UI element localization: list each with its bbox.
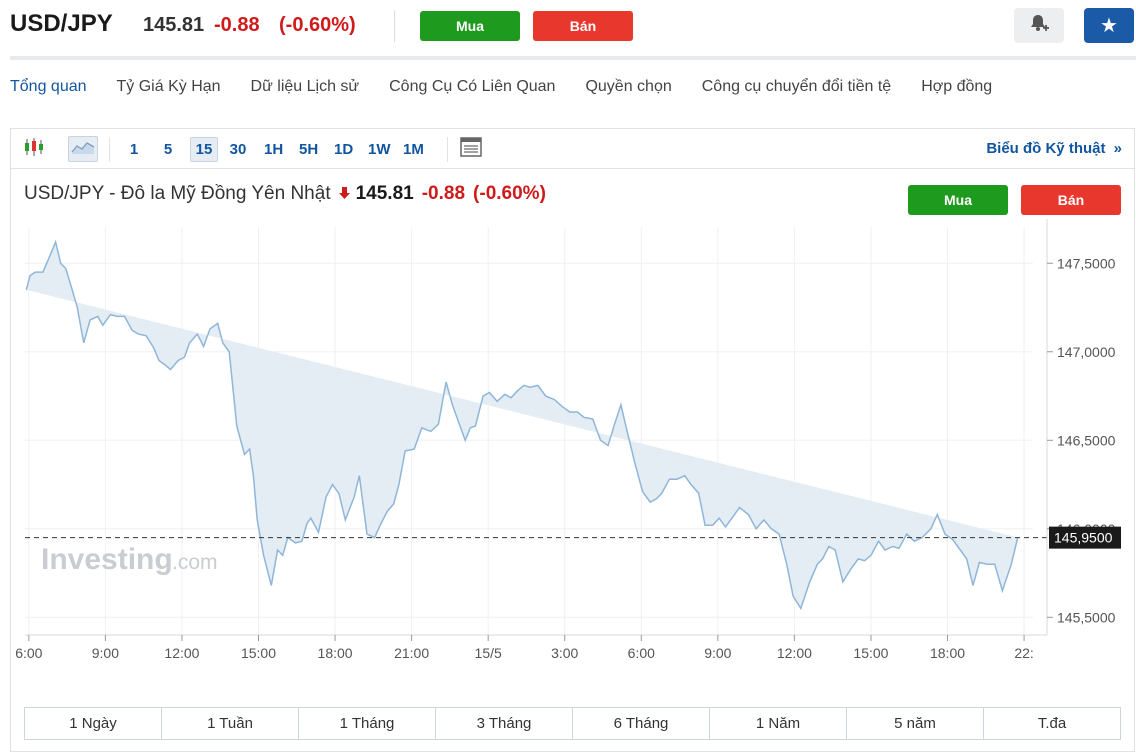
toolbar-divider	[447, 137, 448, 162]
range-1-week[interactable]: 1 Tuần	[162, 708, 299, 739]
tab-contracts[interactable]: Hợp đồng	[921, 78, 992, 100]
sell-button[interactable]: Bán	[533, 11, 633, 41]
price-change: -0.88	[214, 14, 260, 36]
interval-5h[interactable]: 5H	[295, 137, 322, 162]
tab-options[interactable]: Quyền chọn	[585, 78, 671, 100]
interval-1h[interactable]: 1H	[260, 137, 287, 162]
candlestick-chart-button[interactable]	[21, 136, 49, 162]
chevron-right-icon: »	[1113, 140, 1122, 157]
header-divider	[394, 10, 395, 42]
time-range-selector: 1 Ngày 1 Tuần 1 Tháng 3 Tháng 6 Tháng 1 …	[24, 707, 1121, 740]
range-label: 1 Năm	[755, 715, 801, 732]
range-label: 1 Tháng	[339, 715, 395, 732]
toolbar-divider	[109, 137, 110, 162]
x-tick-label: 15/5	[475, 645, 502, 661]
x-tick-label: 21:00	[394, 645, 429, 661]
x-tick-label: 6:00	[628, 645, 655, 661]
down-arrow-icon	[338, 187, 350, 202]
range-max[interactable]: T.đa	[984, 708, 1120, 739]
x-tick-label: 18:00	[930, 645, 965, 661]
x-tick-label: 12:00	[164, 645, 199, 661]
y-tick-label: 146,5000	[1057, 432, 1116, 448]
investing-watermark-suffix: .com	[172, 551, 218, 574]
star-icon: ★	[1100, 15, 1118, 37]
range-6-months[interactable]: 6 Tháng	[573, 708, 710, 739]
chart-price-change-percent: (-0.60%)	[473, 183, 546, 204]
symbol-title: USD/JPY	[10, 10, 113, 37]
x-tick-label: 15:00	[853, 645, 888, 661]
technical-chart-label: Biểu đồ Kỹ thuật	[986, 140, 1106, 157]
technical-chart-link[interactable]: Biểu đồ Kỹ thuật »	[986, 140, 1122, 157]
y-tick-label: 145,5000	[1057, 609, 1116, 625]
interval-1m[interactable]: 1M	[399, 137, 428, 162]
x-axis: 6:00 9:00 12:00 15:00 18:00 21:00 15/5 3:00 6:00…	[15, 634, 1047, 661]
header-underline	[10, 56, 1136, 60]
area-chart-button[interactable]	[68, 136, 98, 162]
x-tick-label: 9:00	[704, 645, 731, 661]
chart-sell-button[interactable]: Bán	[1021, 185, 1121, 215]
range-label: 6 Tháng	[613, 715, 669, 732]
range-5-years[interactable]: 5 năm	[847, 708, 984, 739]
x-tick-label: 6:00	[15, 645, 42, 661]
x-tick-label: 18:00	[318, 645, 353, 661]
area-chart-icon	[71, 138, 95, 161]
x-tick-label: 9:00	[92, 645, 119, 661]
investing-watermark: Investing	[41, 543, 173, 576]
x-tick-label: 3:00	[551, 645, 578, 661]
range-label: 1 Ngày	[69, 715, 117, 732]
range-label: 3 Tháng	[476, 715, 532, 732]
range-3-months[interactable]: 3 Tháng	[436, 708, 573, 739]
quote-header: USD/JPY 145.81 -0.88 (-0.60%) Mua Bán ★	[0, 0, 1136, 56]
price-chart[interactable]: Investing .com 147,5000 147,0000 146,5000 1…	[11, 219, 1134, 669]
interval-15[interactable]: 15	[190, 137, 218, 162]
tab-historical-data[interactable]: Dữ liệu Lịch sử	[251, 78, 360, 100]
interval-1[interactable]: 1	[121, 137, 147, 162]
chart-panel: 1 5 15 30 1H 5H 1D 1W 1M Biểu đồ Kỹ thuậ…	[10, 128, 1135, 752]
tab-forward-rates[interactable]: Tỷ Giá Kỳ Hạn	[117, 78, 221, 100]
price-change-percent: (-0.60%)	[279, 14, 356, 36]
x-tick-label: 12:00	[777, 645, 812, 661]
range-label: 1 Tuần	[207, 715, 253, 732]
chart-buy-button[interactable]: Mua	[908, 185, 1008, 215]
watchlist-button[interactable]: ★	[1084, 8, 1134, 43]
x-tick-label: 15:00	[241, 645, 276, 661]
table-icon	[460, 136, 482, 162]
alert-button[interactable]	[1014, 8, 1064, 43]
range-1-month[interactable]: 1 Tháng	[299, 708, 436, 739]
chart-title: USD/JPY - Đô la Mỹ Đồng Yên Nhật	[24, 183, 331, 204]
y-axis: 147,5000147,0000146,5000146,0000145,5000	[1046, 219, 1116, 635]
current-price-tag: 145,9500	[1049, 526, 1121, 549]
range-1-day[interactable]: 1 Ngày	[25, 708, 162, 739]
buy-button[interactable]: Mua	[420, 11, 520, 41]
table-view-button[interactable]	[457, 136, 485, 162]
interval-1w[interactable]: 1W	[364, 137, 395, 162]
y-tick-label: 147,5000	[1057, 255, 1116, 271]
candlestick-icon	[23, 136, 47, 163]
interval-1d[interactable]: 1D	[330, 137, 357, 162]
range-1-year[interactable]: 1 Năm	[710, 708, 847, 739]
range-label: T.đa	[1037, 715, 1067, 732]
instrument-tabs: Tổng quan Tỷ Giá Kỳ Hạn Dữ liệu Lịch sử …	[10, 78, 1022, 100]
range-label: 5 năm	[894, 715, 936, 732]
last-price: 145.81	[143, 14, 205, 36]
y-tick-label: 147,0000	[1057, 344, 1116, 360]
bell-plus-icon	[1028, 12, 1050, 39]
interval-5[interactable]: 5	[155, 137, 181, 162]
tab-related-instruments[interactable]: Công Cụ Có Liên Quan	[389, 78, 555, 100]
chart-last-price: 145.81	[355, 183, 414, 204]
chart-title-row: USD/JPY - Đô la Mỹ Đồng Yên Nhật 145.81 …	[24, 183, 546, 205]
chart-toolbar: 1 5 15 30 1H 5H 1D 1W 1M Biểu đồ Kỹ thuậ…	[11, 129, 1134, 169]
tab-currency-converter[interactable]: Công cụ chuyển đổi tiền tệ	[702, 78, 891, 100]
interval-30[interactable]: 30	[225, 137, 251, 162]
chart-price-change: -0.88	[421, 183, 466, 204]
tab-overview[interactable]: Tổng quan	[10, 78, 87, 100]
current-price-tag-label: 145,9500	[1054, 530, 1113, 546]
x-tick-label: 22:	[1014, 645, 1033, 661]
